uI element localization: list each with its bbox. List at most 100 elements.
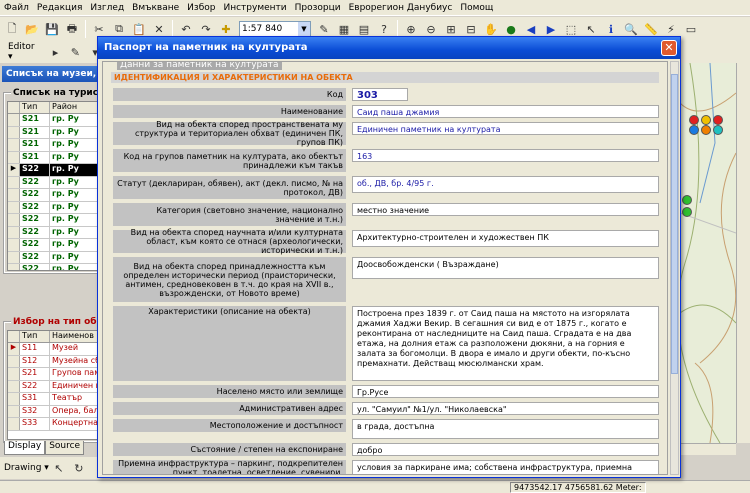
- field-value[interactable]: Единичен паметник на културата: [352, 122, 659, 135]
- row-selector[interactable]: [8, 151, 20, 163]
- field-value[interactable]: об., ДВ, бр. 4/95 г.: [352, 176, 659, 193]
- tab-display[interactable]: Display: [4, 441, 46, 455]
- row-selector[interactable]: [8, 393, 20, 405]
- field-value[interactable]: Построена през 1839 г. от Саид паша на м…: [352, 306, 659, 381]
- chevron-down-icon[interactable]: ▼: [298, 22, 310, 36]
- close-icon[interactable]: ✕: [661, 40, 677, 56]
- row-selector[interactable]: [8, 368, 20, 380]
- field-value[interactable]: условия за паркиране има; собствена инфр…: [352, 460, 659, 474]
- field-value[interactable]: 163: [352, 149, 659, 162]
- table-row[interactable]: S22 Единичен пі: [8, 380, 100, 393]
- map-marker[interactable]: [682, 207, 692, 217]
- map-view[interactable]: [680, 63, 736, 443]
- row-selector[interactable]: [8, 139, 20, 151]
- menu-tools[interactable]: Инструменти: [219, 3, 290, 13]
- dialog-vertical-scrollbar[interactable]: [670, 61, 679, 475]
- row-selector[interactable]: [8, 201, 20, 213]
- table-row[interactable]: S22 гр. Ру: [8, 201, 100, 214]
- row-selector[interactable]: [8, 176, 20, 188]
- field-value[interactable]: Саид паша джамия: [352, 105, 659, 118]
- map-marker[interactable]: [701, 125, 711, 135]
- table-row[interactable]: S32 Опера, бал: [8, 405, 100, 418]
- row-selector[interactable]: [8, 264, 20, 270]
- col-type[interactable]: Тип: [20, 331, 50, 342]
- row-selector[interactable]: [8, 214, 20, 226]
- map-vertical-scrollbar[interactable]: [736, 63, 750, 443]
- map-marker[interactable]: [701, 115, 711, 125]
- select-arrow-icon[interactable]: ↖: [50, 459, 68, 477]
- row-selector[interactable]: [8, 126, 20, 138]
- menu-view[interactable]: Изглед: [86, 3, 128, 13]
- row-selector[interactable]: [8, 405, 20, 417]
- field-value[interactable]: Архитектурно-строителен и художествен ПК: [352, 230, 659, 247]
- table-row[interactable]: S22 гр. Ру: [8, 176, 100, 189]
- map-horizontal-scrollbar[interactable]: [680, 443, 736, 455]
- drawing-menu-button[interactable]: Drawing ▾: [4, 463, 49, 473]
- tourist-grid[interactable]: Тип Район S21 гр. Ру S21 гр. Ру S21 гр. Ру S21…: [7, 101, 101, 271]
- col-area[interactable]: Район: [50, 102, 100, 113]
- row-selector[interactable]: [8, 226, 20, 238]
- menu-edit[interactable]: Редакция: [33, 3, 87, 13]
- field-value[interactable]: местно значение: [352, 203, 659, 216]
- table-row[interactable]: S22 гр. Ру: [8, 214, 100, 227]
- scrollbar-thumb[interactable]: [671, 74, 678, 374]
- row-selector[interactable]: [8, 355, 20, 367]
- row-selector[interactable]: [8, 189, 20, 201]
- table-row[interactable]: S33 Концертна: [8, 418, 100, 431]
- table-row[interactable]: S21 Групов памі: [8, 368, 100, 381]
- table-row[interactable]: S22 гр. Ру: [8, 189, 100, 202]
- field-value[interactable]: Доосвобожденски ( Възраждане): [352, 257, 659, 279]
- cell-type: S22: [20, 189, 50, 201]
- scale-combobox[interactable]: 1:57 840 ▼: [239, 21, 311, 37]
- menu-insert[interactable]: Вмъкване: [128, 3, 183, 13]
- field-value[interactable]: 303: [352, 88, 408, 101]
- menu-help[interactable]: Помощ: [456, 3, 497, 13]
- col-type[interactable]: Тип: [20, 102, 50, 113]
- field-value[interactable]: Гр.Русе: [352, 385, 659, 398]
- html-popup-icon[interactable]: ▭: [682, 20, 700, 38]
- menu-selection[interactable]: Избор: [183, 3, 219, 13]
- table-row[interactable]: ▶ S22 гр. Ру: [8, 164, 100, 177]
- map-marker[interactable]: [713, 125, 723, 135]
- object-type-grid[interactable]: Тип Наименов ▶ S11 Музей S12 Музейна сбі S21 Г…: [7, 330, 101, 440]
- table-row[interactable]: S21 гр. Ру: [8, 151, 100, 164]
- menu-file[interactable]: Файл: [0, 3, 33, 13]
- editor-menu-button[interactable]: Editor ▾: [4, 40, 46, 64]
- open-icon[interactable]: 📂: [23, 20, 41, 38]
- sketch-tool-icon[interactable]: ▸: [47, 43, 65, 61]
- map-marker[interactable]: [682, 195, 692, 205]
- menu-windows[interactable]: Прозорци: [291, 3, 345, 13]
- row-selector[interactable]: [8, 418, 20, 430]
- table-row[interactable]: S31 Театър: [8, 393, 100, 406]
- row-selector[interactable]: ▶: [8, 343, 20, 355]
- field-value[interactable]: добро: [352, 443, 659, 456]
- table-row[interactable]: S21 гр. Ру: [8, 126, 100, 139]
- map-marker[interactable]: [689, 115, 699, 125]
- row-selector[interactable]: ▶: [8, 164, 20, 176]
- pencil-icon[interactable]: ✎: [66, 43, 84, 61]
- menu-euroregion[interactable]: Еврорегион Данубиус: [345, 3, 457, 13]
- row-selector[interactable]: [8, 251, 20, 263]
- table-row[interactable]: S21 гр. Ру: [8, 139, 100, 152]
- row-selector[interactable]: [8, 239, 20, 251]
- field-value[interactable]: в града, достъпна: [352, 419, 659, 439]
- row-selector[interactable]: [8, 380, 20, 392]
- map-marker[interactable]: [689, 125, 699, 135]
- col-name[interactable]: Наименов: [50, 331, 100, 342]
- table-row[interactable]: S21 гр. Ру: [8, 114, 100, 127]
- dialog-titlebar[interactable]: Паспорт на паметник на културата: [98, 37, 680, 59]
- tab-source[interactable]: Source: [45, 441, 85, 455]
- table-row[interactable]: S22 гр. Ру: [8, 239, 100, 252]
- rotate-icon[interactable]: ↻: [70, 459, 88, 477]
- print-icon[interactable]: 🖶: [63, 20, 81, 38]
- table-row[interactable]: S22 гр. Ру: [8, 251, 100, 264]
- map-marker[interactable]: [713, 115, 723, 125]
- save-icon[interactable]: 💾: [43, 20, 61, 38]
- field-value[interactable]: ул. "Самуил" №1/ул. "Николаевска": [352, 402, 659, 415]
- table-row[interactable]: ▶ S11 Музей: [8, 343, 100, 356]
- table-row[interactable]: S22 гр. Ру: [8, 226, 100, 239]
- table-row[interactable]: S12 Музейна сбі: [8, 355, 100, 368]
- row-selector[interactable]: [8, 114, 20, 126]
- new-icon[interactable]: 🗋: [3, 20, 21, 38]
- table-row[interactable]: S22 гр. Ру: [8, 264, 100, 270]
